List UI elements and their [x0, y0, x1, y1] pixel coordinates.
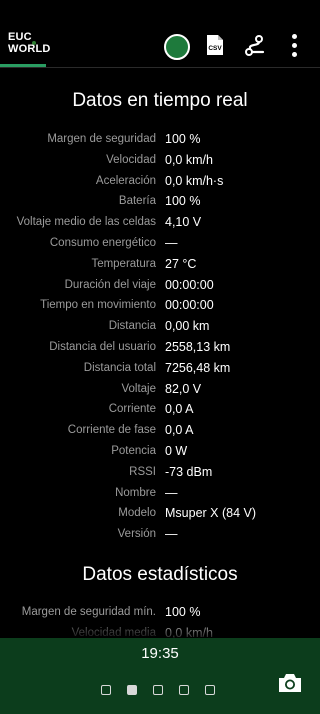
- data-row: Batería 100 %: [0, 192, 320, 212]
- csv-icon-label: CSV: [208, 45, 222, 52]
- data-row: RSSI -73 dBm: [0, 463, 320, 483]
- more-vert-icon[interactable]: [290, 34, 298, 58]
- row-value: 0,0 km/h·s: [165, 173, 224, 188]
- row-label: Velocidad: [106, 153, 156, 166]
- route-icon[interactable]: [244, 35, 266, 57]
- row-label: Aceleración: [95, 174, 156, 187]
- section-title-stats: Datos estadísticos: [82, 564, 238, 585]
- euc-world-logo: EUC WORLD: [6, 31, 51, 62]
- section-title-realtime: Datos en tiempo real: [72, 90, 248, 111]
- data-row: Corriente 0,0 A: [0, 400, 320, 420]
- row-value: 00:00:00: [165, 277, 214, 292]
- data-row: Velocidad 0,0 km/h: [0, 151, 320, 171]
- page-dot[interactable]: [205, 685, 215, 695]
- row-value: —: [165, 485, 178, 500]
- data-row: Voltaje 82,0 V: [0, 380, 320, 400]
- row-label: Distancia total: [83, 361, 156, 374]
- row-label: Voltaje: [121, 382, 156, 395]
- data-row: Nombre —: [0, 484, 320, 504]
- row-label: Margen de seguridad: [47, 133, 156, 145]
- logo-text-line1: EUC: [8, 31, 32, 43]
- data-row: Distancia total 7256,48 km: [0, 359, 320, 379]
- row-label: Distancia del usuario: [49, 341, 156, 353]
- data-row: Temperatura 27 °C: [0, 255, 320, 275]
- row-value: 27 °C: [165, 256, 197, 271]
- row-value: 4,10 V: [165, 215, 202, 230]
- data-row: Voltaje medio de las celdas 4,10 V: [0, 213, 320, 233]
- csv-export-icon[interactable]: CSV: [206, 34, 224, 56]
- row-value: 0,00 km: [165, 319, 210, 334]
- row-label: Potencia: [111, 445, 156, 457]
- bottom-bar: 19:35: [0, 638, 320, 714]
- clock-display: 19:35: [141, 645, 179, 662]
- row-value: 100 %: [165, 132, 201, 146]
- data-row: Versión —: [0, 525, 320, 545]
- row-value: —: [165, 236, 178, 250]
- connection-status-icon[interactable]: [164, 34, 190, 60]
- page-dot[interactable]: [101, 685, 111, 695]
- row-label: Corriente: [108, 403, 156, 416]
- data-row: Duración del viaje 00:00:00: [0, 276, 320, 296]
- row-value: 100 %: [165, 194, 201, 209]
- page-dot[interactable]: [153, 685, 163, 695]
- camera-icon[interactable]: [277, 671, 303, 695]
- row-label: Batería: [118, 195, 156, 208]
- data-row: Corriente de fase 0,0 A: [0, 421, 320, 441]
- row-value: 7256,48 km: [165, 360, 231, 375]
- row-label: Voltaje medio de las celdas: [16, 216, 156, 229]
- top-app-bar: EUC WORLD CSV: [0, 0, 320, 68]
- data-list-scroll[interactable]: Datos en tiempo real Margen de seguridad…: [0, 68, 320, 638]
- row-value: Msuper X (84 V): [165, 506, 257, 521]
- row-value: -73 dBm: [165, 464, 213, 479]
- row-label: Temperatura: [91, 257, 156, 270]
- row-value: 0 W: [165, 444, 188, 458]
- row-value: 2558,13 km: [165, 340, 231, 354]
- row-label: Corriente de fase: [67, 424, 156, 437]
- row-label: Duración del viaje: [64, 278, 156, 291]
- row-value: —: [165, 527, 178, 542]
- page-dot[interactable]: [179, 685, 189, 695]
- row-label: Modelo: [118, 507, 156, 520]
- row-value: 0,0 A: [165, 402, 194, 417]
- row-value: 0,0 km/h: [165, 152, 213, 167]
- data-row: Margen de seguridad 100 %: [0, 130, 320, 150]
- data-row: Tiempo en movimiento 00:00:00: [0, 296, 320, 316]
- row-value: 82,0 V: [165, 381, 202, 396]
- row-label: Nombre: [115, 486, 156, 499]
- data-row: Aceleración 0,0 km/h·s: [0, 172, 320, 192]
- data-row: Consumo energético —: [0, 234, 320, 254]
- data-row: Potencia 0 W: [0, 442, 320, 462]
- row-label: Versión: [117, 528, 156, 541]
- row-value: 0,0 A: [165, 423, 194, 438]
- data-row: Distancia del usuario 2558,13 km: [0, 338, 320, 358]
- data-row: Modelo Msuper X (84 V): [0, 504, 320, 524]
- row-value: 00:00:00: [165, 298, 214, 313]
- row-label: Consumo energético: [49, 237, 156, 249]
- data-row: Distancia 0,00 km: [0, 317, 320, 337]
- row-label: Tiempo en movimiento: [40, 299, 156, 312]
- scroll-fade: [0, 616, 320, 638]
- page-dot[interactable]: [127, 685, 137, 695]
- row-label: Distancia: [108, 320, 156, 333]
- row-label: RSSI: [129, 465, 156, 478]
- logo-text-line2: WORLD: [8, 43, 51, 55]
